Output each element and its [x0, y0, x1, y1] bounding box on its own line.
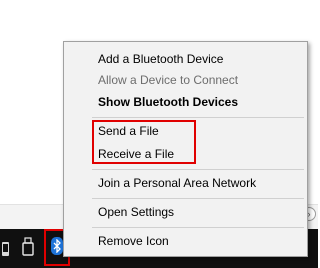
menu-item-open-settings[interactable]: Open Settings	[98, 205, 174, 219]
menu-item-join-pan[interactable]: Join a Personal Area Network	[98, 176, 256, 190]
menu-item-remove-icon[interactable]: Remove Icon	[98, 234, 169, 248]
menu-item-allow-device-connect: Allow a Device to Connect	[98, 73, 239, 87]
menu-separator	[92, 117, 304, 118]
menu-item-show-bluetooth-devices[interactable]: Show Bluetooth Devices	[98, 95, 238, 109]
file-items-highlight	[92, 120, 196, 164]
phone-icon[interactable]	[0, 236, 12, 258]
menu-separator	[92, 169, 304, 170]
menu-separator	[92, 198, 304, 199]
bluetooth-context-menu: Add a Bluetooth Device Allow a Device to…	[63, 41, 308, 257]
usb-drive-icon[interactable]	[21, 236, 35, 258]
menu-item-add-bluetooth-device[interactable]: Add a Bluetooth Device	[98, 52, 223, 66]
menu-separator	[92, 227, 304, 228]
